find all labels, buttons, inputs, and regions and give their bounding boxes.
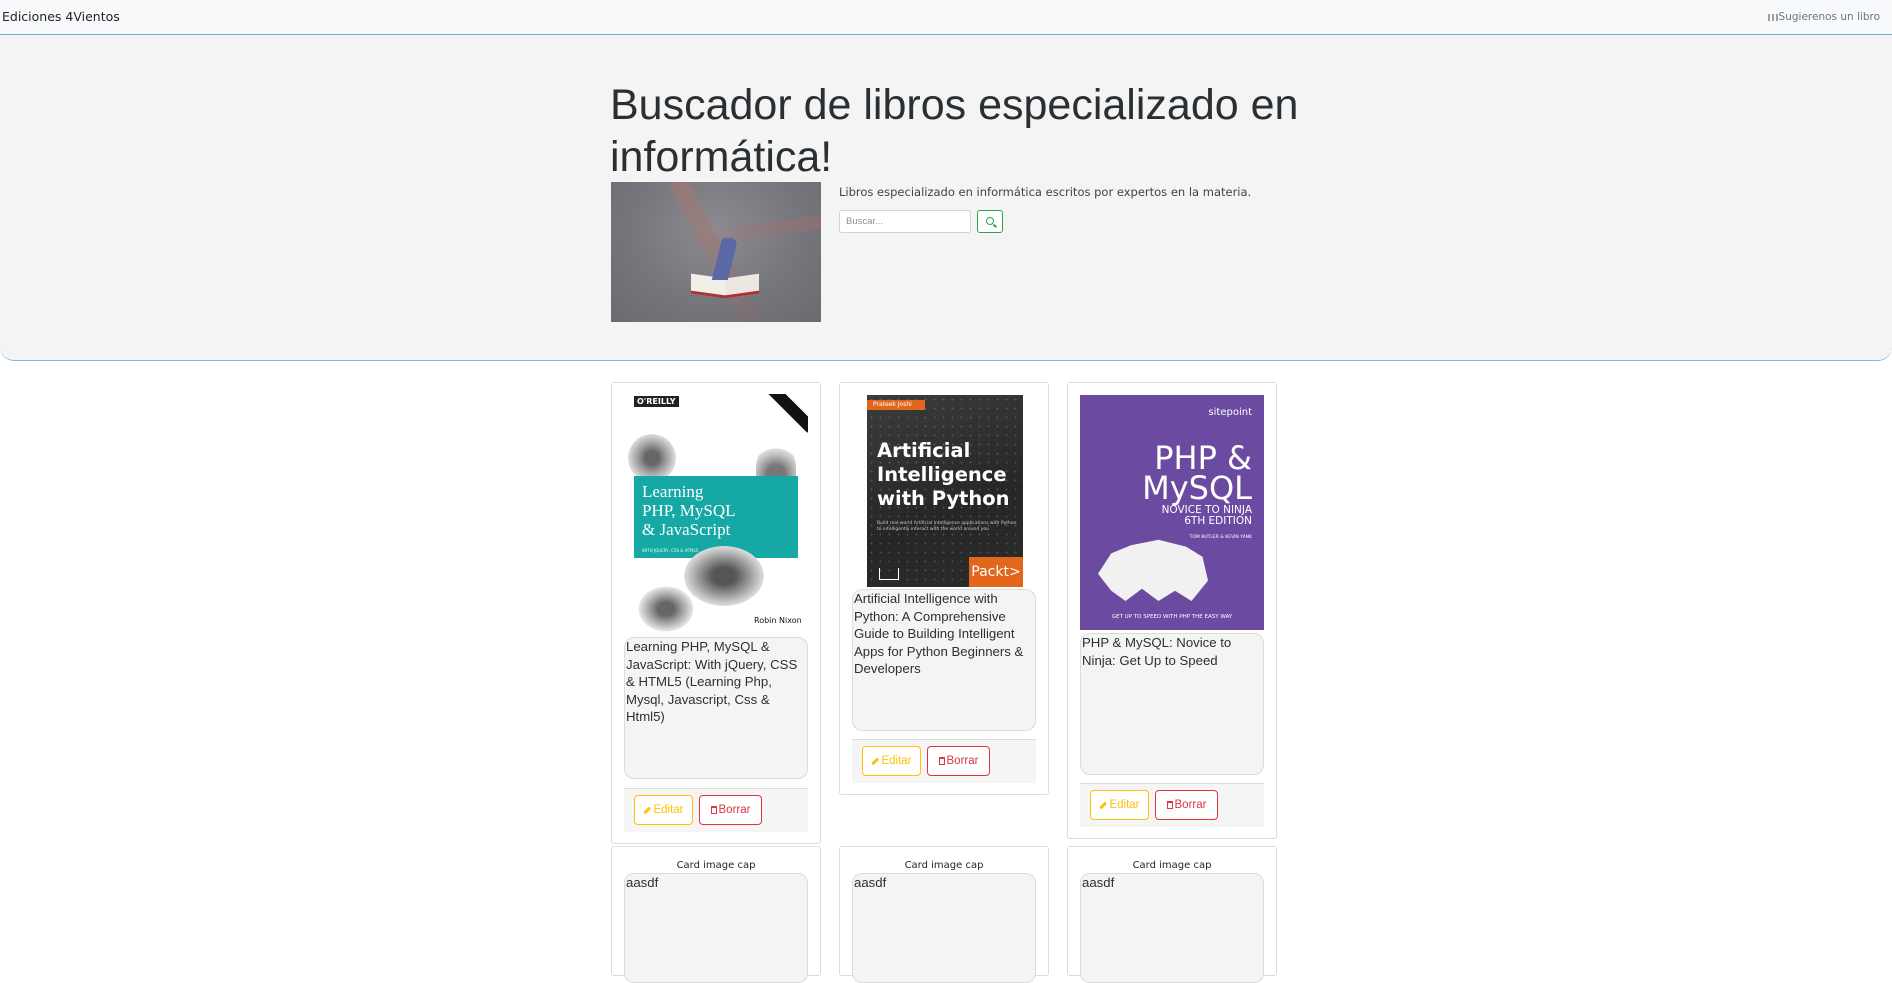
book-title: aasdf	[626, 875, 659, 890]
delete-button[interactable]: Borrar	[927, 746, 990, 776]
trash-icon	[1166, 801, 1173, 809]
delete-button[interactable]: Borrar	[1155, 790, 1218, 820]
search-input[interactable]	[839, 210, 971, 233]
book-card: sitepoint PHP & MySQL NOVICE TO NINJA 6TH …	[1067, 382, 1277, 839]
book-card: Card image cap aasdf	[1067, 846, 1277, 983]
hero-image	[611, 182, 821, 322]
card-body: aasdf	[624, 873, 808, 983]
suggest-book-link[interactable]: Sugierenos un libro	[1767, 11, 1880, 23]
navbar: Ediciones 4Vientos Sugierenos un libro	[0, 0, 1892, 35]
edit-button[interactable]: Editar	[862, 746, 921, 776]
book-title: PHP & MySQL: Novice to Ninja: Get Up to …	[1082, 635, 1232, 668]
card-body: Artificial Intelligence with Python: A C…	[852, 589, 1036, 731]
hero-section: Buscador de libros especializado en info…	[0, 35, 1892, 361]
book-title: aasdf	[1082, 875, 1115, 890]
card-body: aasdf	[852, 873, 1036, 983]
pencil-icon	[871, 757, 880, 765]
delete-button[interactable]: Borrar	[699, 795, 762, 825]
book-card: O'REILLY Learning PHP, MySQL & JavaScript …	[611, 382, 821, 844]
book-title: Artificial Intelligence with Python: A C…	[854, 591, 1024, 676]
book-cover: O'REILLY Learning PHP, MySQL & JavaScript …	[624, 394, 808, 634]
search-button[interactable]	[977, 210, 1003, 233]
book-cover: Prateek Joshi Artificial Intelligence with…	[867, 395, 1023, 587]
card-footer: Editar Borrar	[852, 739, 1036, 783]
hero-lead: Libros especializado en informática escr…	[839, 185, 1252, 199]
book-card: Prateek Joshi Artificial Intelligence with…	[839, 382, 1049, 795]
edit-button[interactable]: Editar	[634, 795, 693, 825]
open-book-illustration	[691, 238, 759, 299]
pencil-icon	[1099, 801, 1108, 809]
edit-button[interactable]: Editar	[1090, 790, 1149, 820]
book-card: Card image cap aasdf	[839, 846, 1049, 983]
book-cover: sitepoint PHP & MySQL NOVICE TO NINJA 6TH …	[1080, 395, 1264, 630]
book-title: aasdf	[854, 875, 887, 890]
card-body: aasdf	[1080, 873, 1264, 983]
card-body: Learning PHP, MySQL & JavaScript: With j…	[624, 637, 808, 779]
page-title: Buscador de libros especializado en info…	[610, 81, 1299, 181]
grid-icon	[1767, 13, 1778, 21]
book-card: Card image cap aasdf	[611, 846, 821, 983]
card-image-cap: Card image cap	[1132, 860, 1212, 871]
card-image-cap: Card image cap	[676, 860, 756, 871]
card-body: PHP & MySQL: Novice to Ninja: Get Up to …	[1080, 633, 1264, 775]
brand-link[interactable]: Ediciones 4Vientos	[2, 9, 120, 24]
card-footer: Editar Borrar	[1080, 783, 1264, 827]
card-footer: Editar Borrar	[624, 788, 808, 832]
trash-icon	[938, 757, 945, 765]
card-image-cap: Card image cap	[904, 860, 984, 871]
pencil-icon	[643, 806, 652, 814]
suggest-book-label: Sugierenos un libro	[1778, 11, 1880, 23]
trash-icon	[710, 806, 717, 814]
book-title: Learning PHP, MySQL & JavaScript: With j…	[626, 639, 798, 724]
